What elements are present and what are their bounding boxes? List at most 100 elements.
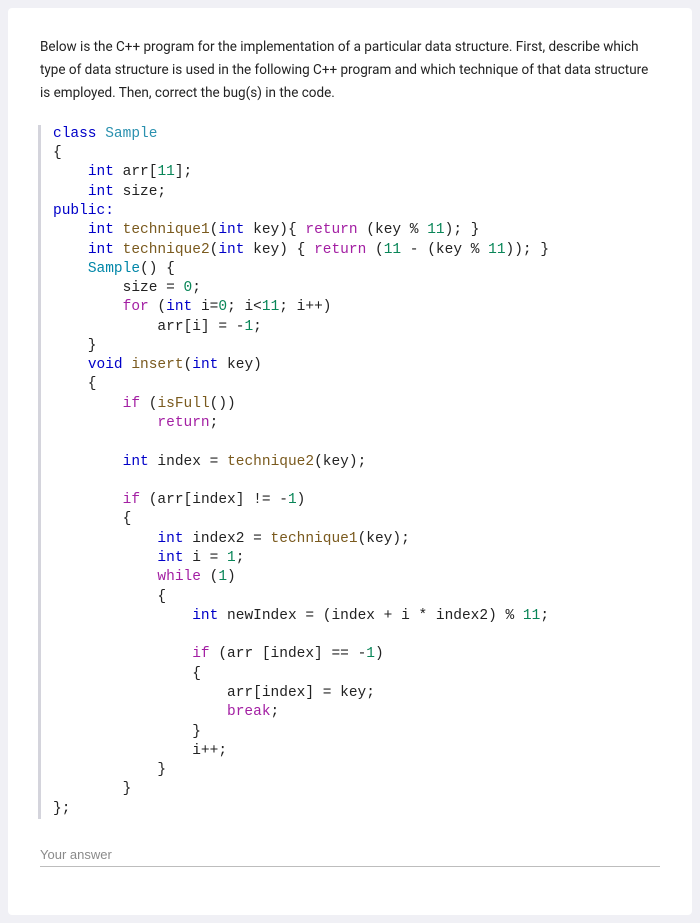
code-token: }: [53, 724, 201, 740]
code-token: technique1: [271, 531, 358, 547]
code-token: 11: [427, 222, 444, 238]
code-token: ;: [210, 415, 219, 431]
code-token: technique2: [123, 242, 210, 258]
code-token: 1: [227, 550, 236, 566]
code-token: (: [184, 357, 193, 373]
code-token: i++;: [53, 743, 227, 759]
code-token: arr[i] = -: [53, 319, 244, 335]
code-token: [114, 242, 123, 258]
code-token: key) {: [244, 242, 314, 258]
code-token: - (key %: [401, 242, 488, 258]
code-token: ); }: [445, 222, 480, 238]
code-token: size =: [53, 280, 184, 296]
code-token: 1: [218, 569, 227, 585]
code-token: int: [88, 164, 114, 180]
code-token: ;: [236, 550, 245, 566]
code-token: index2 =: [184, 531, 271, 547]
code-token: int: [123, 454, 149, 470]
code-token: int: [88, 184, 114, 200]
code-token: isFull: [157, 396, 209, 412]
code-token: ): [297, 492, 306, 508]
code-token: [53, 704, 227, 720]
code-token: ;: [540, 608, 549, 624]
code-token: (arr [index] == -: [210, 646, 367, 662]
code-token: (: [366, 242, 383, 258]
code-token: [53, 569, 157, 585]
code-token: 11: [523, 608, 540, 624]
code-token: [53, 454, 123, 470]
code-token: )); }: [506, 242, 550, 258]
code-token: }: [53, 338, 97, 354]
code-token: [114, 222, 123, 238]
code-token: int: [218, 222, 244, 238]
code-token: ): [227, 569, 236, 585]
code-token: Sample: [88, 261, 140, 277]
code-token: 0: [184, 280, 193, 296]
code-token: 1: [366, 646, 375, 662]
code-token: size;: [114, 184, 166, 200]
code-block: class Sample { int arr[11]; int size; pu…: [38, 125, 660, 819]
code-token: 0: [218, 299, 227, 315]
code-token: class: [53, 126, 97, 142]
code-token: 11: [262, 299, 279, 315]
code-token: for: [123, 299, 149, 315]
code-token: 11: [157, 164, 174, 180]
code-token: int: [157, 550, 183, 566]
code-token: [53, 396, 123, 412]
code-token: [53, 646, 192, 662]
question-card: Below is the C++ program for the impleme…: [8, 8, 692, 915]
code-token: (: [149, 299, 166, 315]
code-token: return: [305, 222, 357, 238]
code-token: i =: [184, 550, 228, 566]
code-token: arr[index] = key;: [53, 685, 375, 701]
code-token: [53, 261, 88, 277]
code-token: ;: [253, 319, 262, 335]
code-token: int: [192, 608, 218, 624]
code-token: index =: [149, 454, 227, 470]
code-token: [97, 126, 106, 142]
code-token: [53, 242, 88, 258]
code-token: (key);: [358, 531, 410, 547]
code-token: 11: [488, 242, 505, 258]
code-token: int: [88, 222, 114, 238]
code-token: public:: [53, 203, 114, 219]
code-token: if: [123, 492, 140, 508]
code-token: [53, 299, 123, 315]
code-token: 11: [384, 242, 401, 258]
code-token: }: [53, 762, 166, 778]
code-token: i=: [192, 299, 218, 315]
code-token: if: [123, 396, 140, 412]
code-token: {: [53, 589, 166, 605]
code-token: {: [53, 145, 62, 161]
answer-input[interactable]: [40, 841, 660, 867]
code-token: }: [53, 781, 131, 797]
code-token: [53, 164, 88, 180]
code-token: (key %: [358, 222, 428, 238]
code-token: ;: [271, 704, 280, 720]
code-token: key): [218, 357, 262, 373]
code-token: key){: [244, 222, 305, 238]
code-token: [53, 550, 157, 566]
code-token: int: [192, 357, 218, 373]
code-token: void: [88, 357, 123, 373]
code-token: int: [157, 531, 183, 547]
code-token: int: [166, 299, 192, 315]
code-token: if: [192, 646, 209, 662]
code-token: ;: [192, 280, 201, 296]
code-token: [53, 222, 88, 238]
code-token: technique1: [123, 222, 210, 238]
code-token: return: [314, 242, 366, 258]
code-token: (: [201, 569, 218, 585]
code-token: (arr[index] != -: [140, 492, 288, 508]
code-token: [53, 415, 157, 431]
code-token: int: [218, 242, 244, 258]
question-intro: Below is the C++ program for the impleme…: [40, 36, 660, 105]
code-token: [53, 608, 192, 624]
code-token: (: [140, 396, 157, 412]
code-token: };: [53, 801, 70, 817]
code-token: [53, 492, 123, 508]
code-token: {: [53, 511, 131, 527]
code-token: ()): [210, 396, 236, 412]
code-token: {: [53, 666, 201, 682]
code-token: () {: [140, 261, 175, 277]
